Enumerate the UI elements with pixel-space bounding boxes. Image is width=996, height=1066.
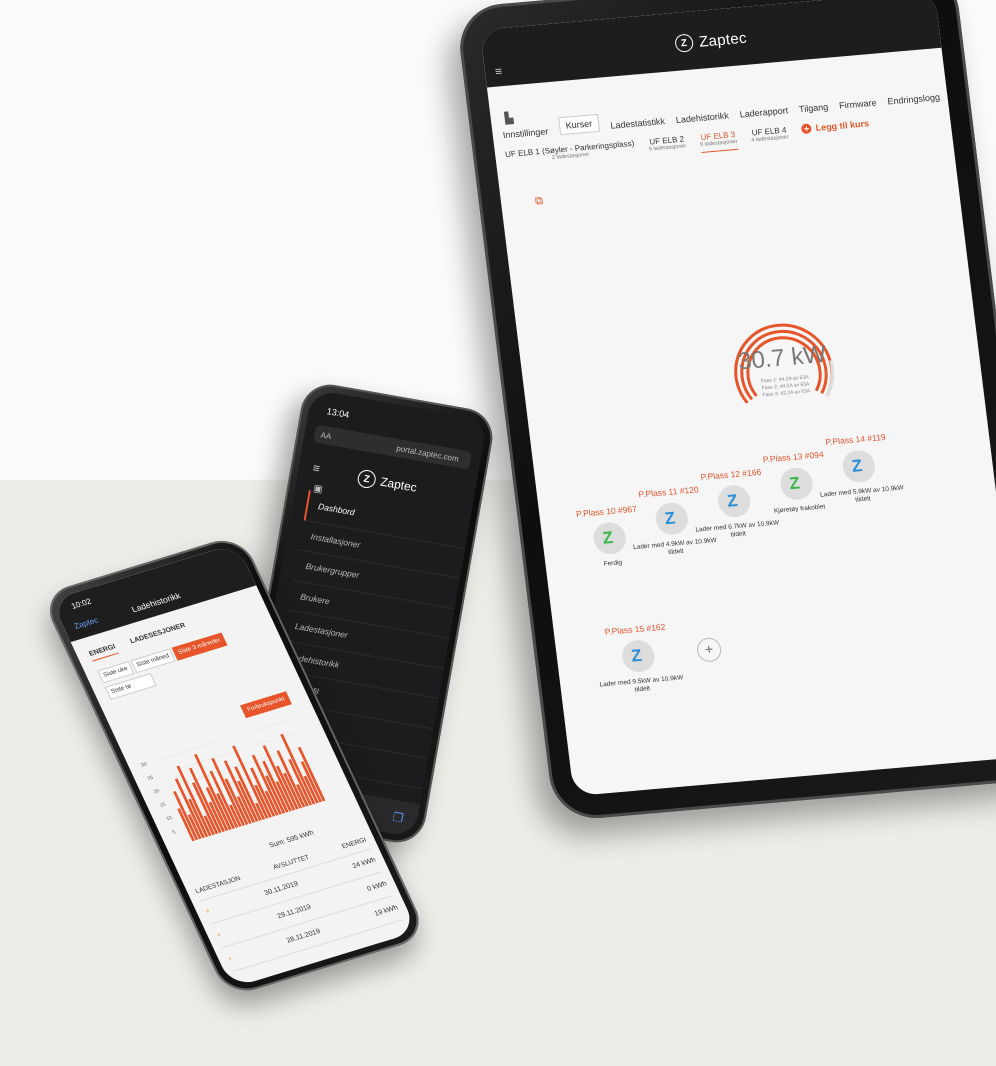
- tablet-header: ≡ Z Zaptec: [479, 0, 942, 88]
- status-time: 10:02: [69, 596, 93, 611]
- plus-icon: +: [801, 123, 813, 135]
- y-tick-label: 15: [159, 802, 167, 809]
- energy-bar-chart: 30 25 20 15 10 5: [140, 719, 326, 842]
- consumption-button[interactable]: Forbrukspunkt: [240, 691, 293, 719]
- add-course-label: Legg til kurs: [815, 118, 870, 133]
- reader-size-button[interactable]: AA: [320, 430, 332, 441]
- row-energy: 19 kWh: [373, 904, 400, 918]
- charger-icon: Z: [716, 483, 753, 519]
- status-time: 13:04: [326, 406, 350, 420]
- address-bar[interactable]: AA portal.zaptec.com: [313, 424, 473, 470]
- charger-icon: Z: [620, 638, 657, 674]
- zaptec-logo: Z Zaptec: [674, 29, 748, 53]
- zaptec-logo-icon: Z: [356, 468, 378, 490]
- y-tick-label: 25: [146, 775, 154, 782]
- filter-last-month[interactable]: Siste måned: [130, 648, 176, 674]
- course-tab-elb2[interactable]: UF ELB 26 ladestasjoner: [648, 134, 687, 152]
- row-date: 29.11.2019: [276, 903, 313, 921]
- tabs-icon[interactable]: ❐: [392, 810, 405, 826]
- y-tick-label: 20: [153, 788, 161, 795]
- brand-name: Zaptec: [379, 474, 418, 495]
- course-tab-elb1[interactable]: UF ELB 1 (Søyler - Parkeringsplass) 2 lad…: [505, 139, 636, 165]
- column-avsluttet: AVSLUTTET: [272, 854, 311, 872]
- row-date: 28.11.2019: [285, 928, 322, 945]
- charger-icon: Z: [653, 501, 690, 536]
- spot-status: Lader med 5.9kW av 10.9kW tildelt: [819, 484, 905, 504]
- zaptec-logo: Z Zaptec: [356, 468, 418, 497]
- url-text: portal.zaptec.com: [395, 443, 460, 464]
- charger-spot[interactable]: P.Plass 15 #162 Z Lader med 9.5kW av 10.…: [590, 620, 688, 697]
- charger-icon: Z: [591, 520, 628, 556]
- energy-sum: Sum: 595 kWh: [268, 829, 316, 850]
- hamburger-icon[interactable]: ≡: [312, 461, 321, 476]
- bolt-icon: ⚡: [226, 955, 235, 964]
- tab-kurser[interactable]: Kurser: [557, 113, 601, 136]
- tablet-device: ≡ Z Zaptec ▙ Innstillinger Kurser Ladest…: [455, 0, 996, 822]
- bolt-icon: ⚡: [215, 932, 224, 940]
- course-tab-elb3[interactable]: UF ELB 36 ladestasjoner: [698, 129, 739, 153]
- back-button[interactable]: Zaptec: [73, 616, 100, 631]
- y-tick-label: 10: [165, 815, 173, 822]
- y-tick-label: 5: [172, 829, 177, 835]
- building-icon: ▙: [504, 112, 515, 125]
- power-gauge: 30.7 kW Fase 1: 44.2A av 63A Fase 2: 44.…: [716, 300, 850, 430]
- copy-icon[interactable]: ⧉: [534, 195, 543, 209]
- row-energy: 0 kWh: [366, 880, 389, 893]
- course-tab-elb4[interactable]: UF ELB 44 ladestasjoner: [750, 125, 789, 144]
- zaptec-logo-icon: Z: [674, 33, 695, 53]
- spot-status: Lader med 6.7kW av 10.9kW tildelt: [695, 519, 780, 539]
- column-energi: ENERGI: [340, 836, 368, 851]
- charger-icon: Z: [840, 448, 877, 484]
- charger-spot[interactable]: P.Plass 14 #119 Z Lader med 5.9kW av 10.…: [810, 431, 908, 508]
- hamburger-icon[interactable]: ≡: [494, 64, 503, 79]
- spot-status: Lader med 9.5kW av 10.9kW tildelt: [599, 674, 684, 694]
- add-course-button[interactable]: + Legg til kurs: [801, 118, 870, 135]
- spot-title: P.Plass 14 #119: [824, 431, 887, 448]
- tablet-screen: ≡ Z Zaptec ▙ Innstillinger Kurser Ladest…: [479, 0, 996, 797]
- brand-name: Zaptec: [698, 29, 748, 51]
- y-tick-label: 30: [140, 761, 148, 768]
- row-date: 30.11.2019: [263, 880, 300, 898]
- add-charger-button[interactable]: +: [695, 636, 723, 663]
- charger-icon: Z: [778, 466, 815, 502]
- bolt-icon: ⚡: [204, 908, 212, 917]
- row-energy: 24 kWh: [351, 856, 378, 871]
- column-ladestasjon: LADESTASJON: [194, 875, 242, 896]
- spot-title: P.Plass 15 #162: [604, 621, 666, 637]
